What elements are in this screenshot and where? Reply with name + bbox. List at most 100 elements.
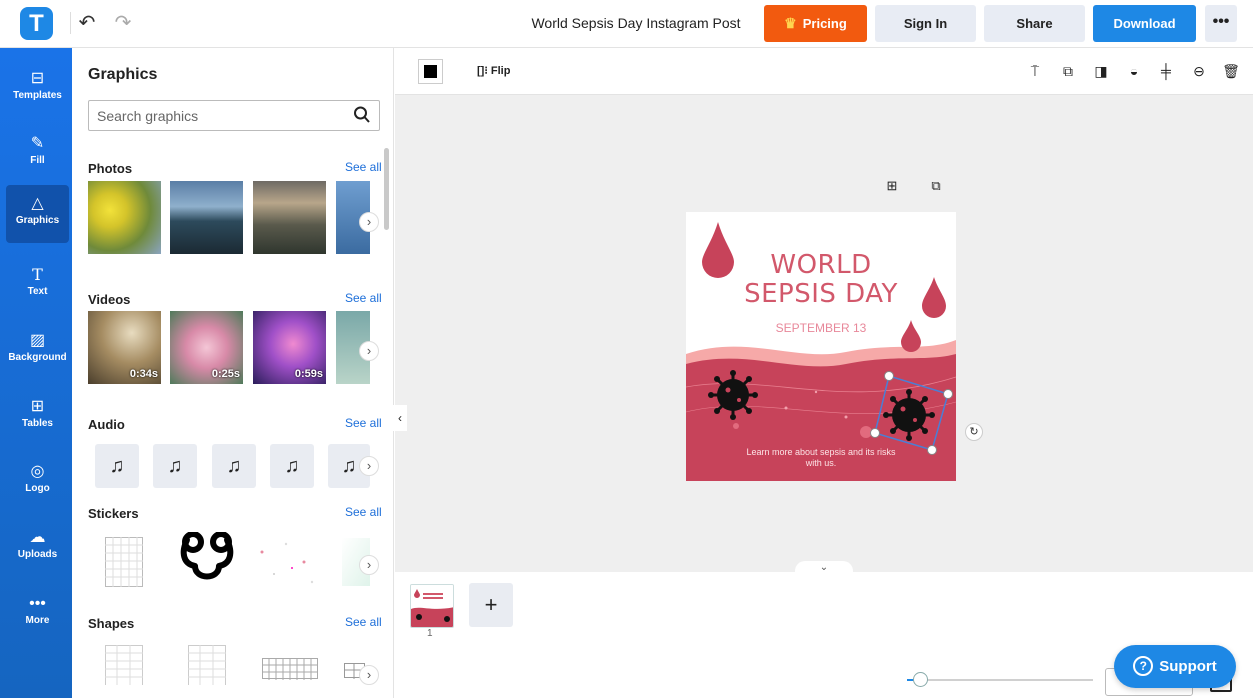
photos-see-all-link[interactable]: See all <box>345 160 382 174</box>
pricing-button[interactable]: ♛ Pricing <box>764 5 867 42</box>
zoom-slider[interactable] <box>907 679 1093 681</box>
more-icon: ••• <box>29 595 46 612</box>
sidebar-item-label: Fill <box>30 155 45 166</box>
support-button[interactable]: ? Support <box>1114 645 1236 688</box>
shape-table-grid[interactable] <box>105 645 143 685</box>
sticker-confetti-dots[interactable] <box>252 534 322 590</box>
sidebar-item-more[interactable]: ••• More <box>6 585 69 643</box>
pen-icon: ✎ <box>30 135 45 152</box>
collapse-panel-icon[interactable]: ‹ <box>393 405 407 431</box>
sidebar-item-label: Text <box>27 286 48 297</box>
stickers-next-arrow-icon[interactable]: › <box>359 555 379 575</box>
flip-button[interactable]: []⁝ Flip <box>477 64 510 77</box>
redo-icon[interactable]: ↷ <box>112 10 134 36</box>
audio-tile-music-note-icon[interactable]: ♫ <box>95 444 139 488</box>
search-input[interactable] <box>89 101 339 130</box>
sticker-grid-paper[interactable] <box>105 537 143 587</box>
rotate-icon[interactable]: ↻ <box>965 423 983 441</box>
layer-order-icon[interactable]: ◨ <box>1092 62 1110 80</box>
audio-tile-music-note-icon[interactable]: ♫ <box>212 444 256 488</box>
shapes-see-all-link[interactable]: See all <box>345 615 382 629</box>
app-logo[interactable]: T <box>20 7 53 40</box>
search-icon[interactable] <box>353 105 371 125</box>
stickers-see-all-link[interactable]: See all <box>345 505 382 519</box>
audio-next-arrow-icon[interactable]: › <box>359 456 379 476</box>
sidebar-item-templates[interactable]: ⊟ Templates <box>6 60 69 118</box>
crown-icon: ♛ <box>784 15 797 31</box>
audio-tile-music-note-icon[interactable]: ♫ <box>270 444 314 488</box>
sidebar-item-fill[interactable]: ✎ Fill <box>6 125 69 183</box>
search-box <box>88 100 380 131</box>
align-icon[interactable]: ╪ <box>1157 62 1175 80</box>
templates-icon: ⊟ <box>30 70 45 87</box>
sidebar-item-label: Background <box>8 352 67 363</box>
stickers-section-title: Stickers <box>88 506 139 521</box>
page-number: 1 <box>427 628 433 639</box>
opacity-icon[interactable]: ◒ <box>1125 62 1143 80</box>
sidebar-item-background[interactable]: ▨ Background <box>6 322 69 380</box>
link-icon[interactable]: ⊖ <box>1190 62 1208 80</box>
shape-wide-table[interactable] <box>262 658 318 680</box>
sidebar-item-tables[interactable]: ⊞ Tables <box>6 388 69 446</box>
sidebar-item-label: More <box>25 615 50 626</box>
fill-color-picker[interactable] <box>418 59 443 84</box>
photo-thumbnail-yellow-flowers[interactable] <box>88 181 161 254</box>
photos-next-arrow-icon[interactable]: › <box>359 212 379 232</box>
photo-thumbnail-misty-forest[interactable] <box>253 181 326 254</box>
download-button[interactable]: Download <box>1093 5 1196 42</box>
element-toolbar: []⁝ Flip ⍑ ⧉ ◨ ◒ ╪ ⊖ 🗑 <box>395 48 1253 95</box>
page-thumbnail-preview <box>411 585 453 627</box>
sidebar-item-logo[interactable]: ◎ Logo <box>6 453 69 511</box>
sidebar-item-label: Graphics <box>15 215 60 226</box>
flip-icon: [] <box>477 65 485 77</box>
video-duration: 0:25s <box>211 368 240 380</box>
sidebar-item-label: Uploads <box>17 549 58 560</box>
add-page-icon[interactable]: ⊞ <box>884 178 900 194</box>
sidebar-nav: ⊟ Templates ✎ Fill △ Graphics T Text ▨ B… <box>0 48 72 698</box>
sign-in-button[interactable]: Sign In <box>875 5 976 42</box>
photo-thumbnail-bridge[interactable] <box>170 181 243 254</box>
panel-scrollbar[interactable] <box>384 148 389 230</box>
undo-icon[interactable]: ↶ <box>76 10 98 36</box>
duplicate-icon[interactable]: ⧉ <box>1059 62 1077 80</box>
help-icon: ? <box>1133 656 1154 676</box>
video-duration: 0:59s <box>294 368 323 380</box>
audio-see-all-link[interactable]: See all <box>345 416 382 430</box>
photos-section-title: Photos <box>88 161 133 176</box>
artboard-title-line2[interactable]: SEPSIS DAY <box>686 279 956 309</box>
delete-icon[interactable]: 🗑 <box>1222 62 1240 80</box>
page-thumbnail[interactable] <box>410 584 454 628</box>
support-label: Support <box>1159 658 1217 675</box>
audio-section-title: Audio <box>88 417 125 432</box>
table-icon: ⊞ <box>30 398 45 415</box>
shapes-icon: △ <box>31 195 44 212</box>
artboard-title-line1[interactable]: WORLD <box>686 250 956 280</box>
artboard-date[interactable]: SEPTEMBER 13 <box>686 321 956 335</box>
panel-title: Graphics <box>88 66 158 83</box>
zoom-slider-knob[interactable] <box>913 672 928 687</box>
paint-roller-icon[interactable]: ⍑ <box>1026 62 1044 80</box>
shapes-section-title: Shapes <box>88 616 135 631</box>
video-thumbnail[interactable]: 0:34s <box>88 311 161 384</box>
selection-bounding-box[interactable] <box>866 367 962 463</box>
videos-next-arrow-icon[interactable]: › <box>359 341 379 361</box>
sticker-stethoscope[interactable] <box>179 532 235 590</box>
background-icon: ▨ <box>29 332 46 349</box>
shapes-next-arrow-icon[interactable]: › <box>359 665 379 685</box>
videos-section-title: Videos <box>88 292 131 307</box>
shape-table-grid[interactable] <box>188 645 226 685</box>
add-page-button[interactable]: + <box>469 583 513 627</box>
video-thumbnail[interactable]: 0:25s <box>170 311 243 384</box>
more-options-button[interactable]: ••• <box>1205 5 1237 42</box>
sidebar-item-label: Logo <box>25 483 50 494</box>
document-title[interactable]: World Sepsis Day Instagram Post <box>520 0 752 48</box>
sidebar-item-text[interactable]: T Text <box>6 256 69 314</box>
video-thumbnail[interactable]: 0:59s <box>253 311 326 384</box>
videos-see-all-link[interactable]: See all <box>345 291 382 305</box>
sidebar-item-uploads[interactable]: ☁ Uploads <box>6 519 69 577</box>
share-button[interactable]: Share <box>984 5 1085 42</box>
sidebar-item-graphics[interactable]: △ Graphics <box>6 185 69 243</box>
audio-tile-music-note-icon[interactable]: ♫ <box>153 444 197 488</box>
virus-icon <box>708 370 758 420</box>
duplicate-page-icon[interactable]: ⧉ <box>928 178 944 194</box>
